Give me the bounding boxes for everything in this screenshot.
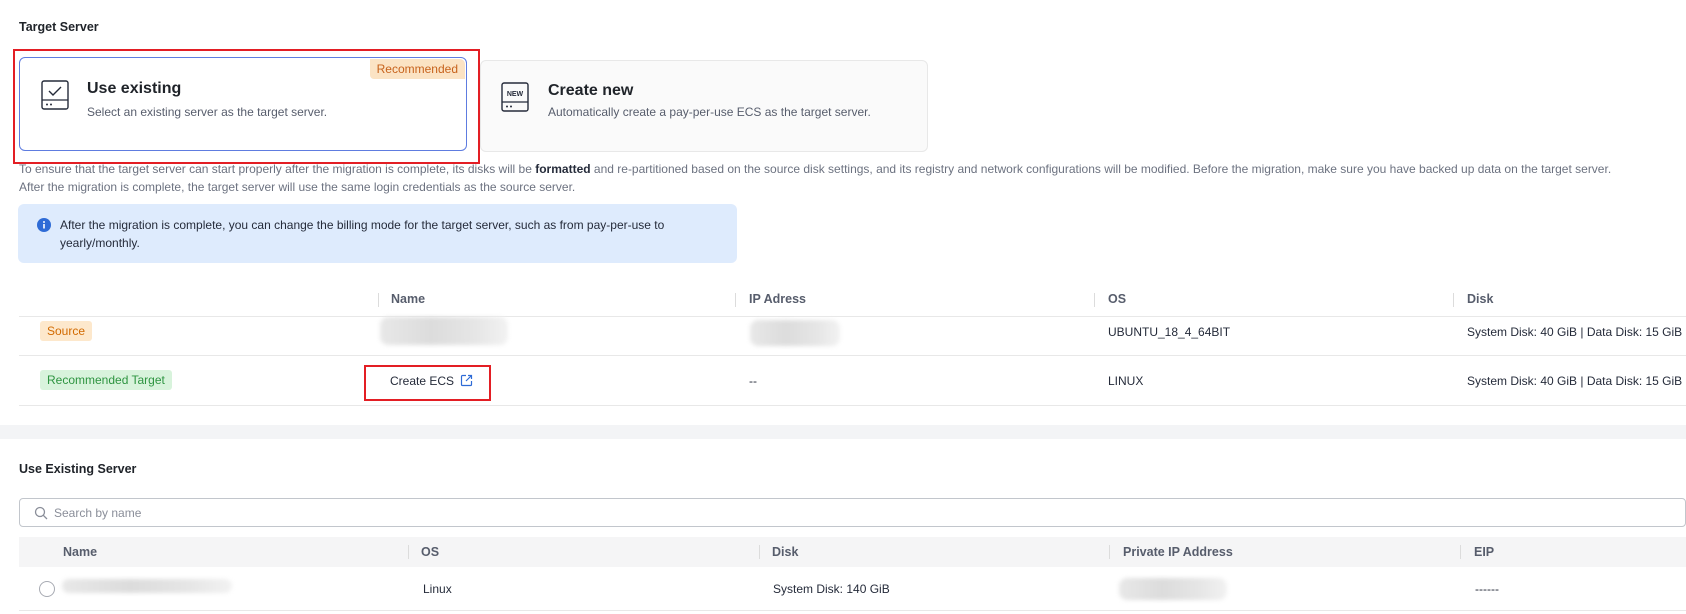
table-row-recommended-target: Recommended Target Create ECS -- LINUX S… — [19, 357, 1686, 406]
new-server-icon: NEW — [501, 82, 529, 112]
table-row-source: Source UBUNTU_18_4_64BIT System Disk: 40… — [19, 308, 1686, 356]
server-private-ip-redacted — [1119, 578, 1227, 600]
section-title-use-existing-server: Use Existing Server — [19, 462, 137, 476]
table-row-existing-server[interactable]: Linux System Disk: 140 GiB ------ — [19, 567, 1686, 611]
column-header-server-disk: Disk — [772, 545, 799, 559]
highlight-box-use-existing — [13, 49, 480, 164]
column-header-disk: Disk — [1467, 292, 1494, 306]
column-header-private-ip: Private IP Address — [1123, 545, 1233, 559]
search-bar[interactable] — [19, 498, 1686, 527]
search-icon — [34, 506, 48, 520]
source-tag: Source — [40, 321, 93, 341]
billing-info-text: After the migration is complete, you can… — [60, 218, 665, 250]
column-header-ip: IP Adress — [749, 292, 806, 306]
column-header-server-os: OS — [421, 545, 440, 559]
search-input[interactable] — [54, 503, 654, 523]
create-new-description: Automatically create a pay-per-use ECS a… — [548, 105, 871, 119]
server-name-redacted — [62, 579, 232, 593]
existing-server-table-header: Name OS Disk Private IP Address EIP — [19, 537, 1686, 567]
login-credentials-note: After the migration is complete, the tar… — [19, 180, 576, 194]
section-title-target-server: Target Server — [19, 20, 99, 34]
column-header-server-name: Name — [63, 545, 98, 559]
disk-format-note: To ensure that the target server can sta… — [19, 162, 1612, 176]
section-divider — [0, 425, 1686, 439]
column-header-eip: EIP — [1474, 545, 1495, 559]
svg-text:NEW: NEW — [507, 91, 524, 98]
target-ip: -- — [749, 374, 757, 388]
info-icon — [37, 218, 51, 232]
recommended-target-tag: Recommended Target — [40, 370, 172, 390]
server-eip: ------ — [1475, 582, 1499, 596]
server-os: Linux — [423, 582, 452, 596]
source-name-redacted — [380, 317, 508, 345]
create-new-card[interactable]: NEW Create new Automatically create a pa… — [480, 60, 928, 152]
column-header-os: OS — [1108, 292, 1127, 306]
server-select-radio[interactable] — [39, 581, 55, 597]
highlight-box-create-ecs — [364, 365, 491, 401]
target-os: LINUX — [1108, 374, 1144, 388]
source-disk: System Disk: 40 GiB | Data Disk: 15 GiB — [1467, 325, 1683, 339]
source-os: UBUNTU_18_4_64BIT — [1108, 325, 1231, 339]
create-new-title: Create new — [548, 82, 634, 99]
source-ip-redacted — [750, 320, 840, 346]
target-disk: System Disk: 40 GiB | Data Disk: 15 GiB — [1467, 374, 1683, 388]
column-header-name: Name — [391, 292, 426, 306]
billing-info-box: After the migration is complete, you can… — [18, 204, 737, 263]
server-disk: System Disk: 140 GiB — [773, 582, 890, 596]
